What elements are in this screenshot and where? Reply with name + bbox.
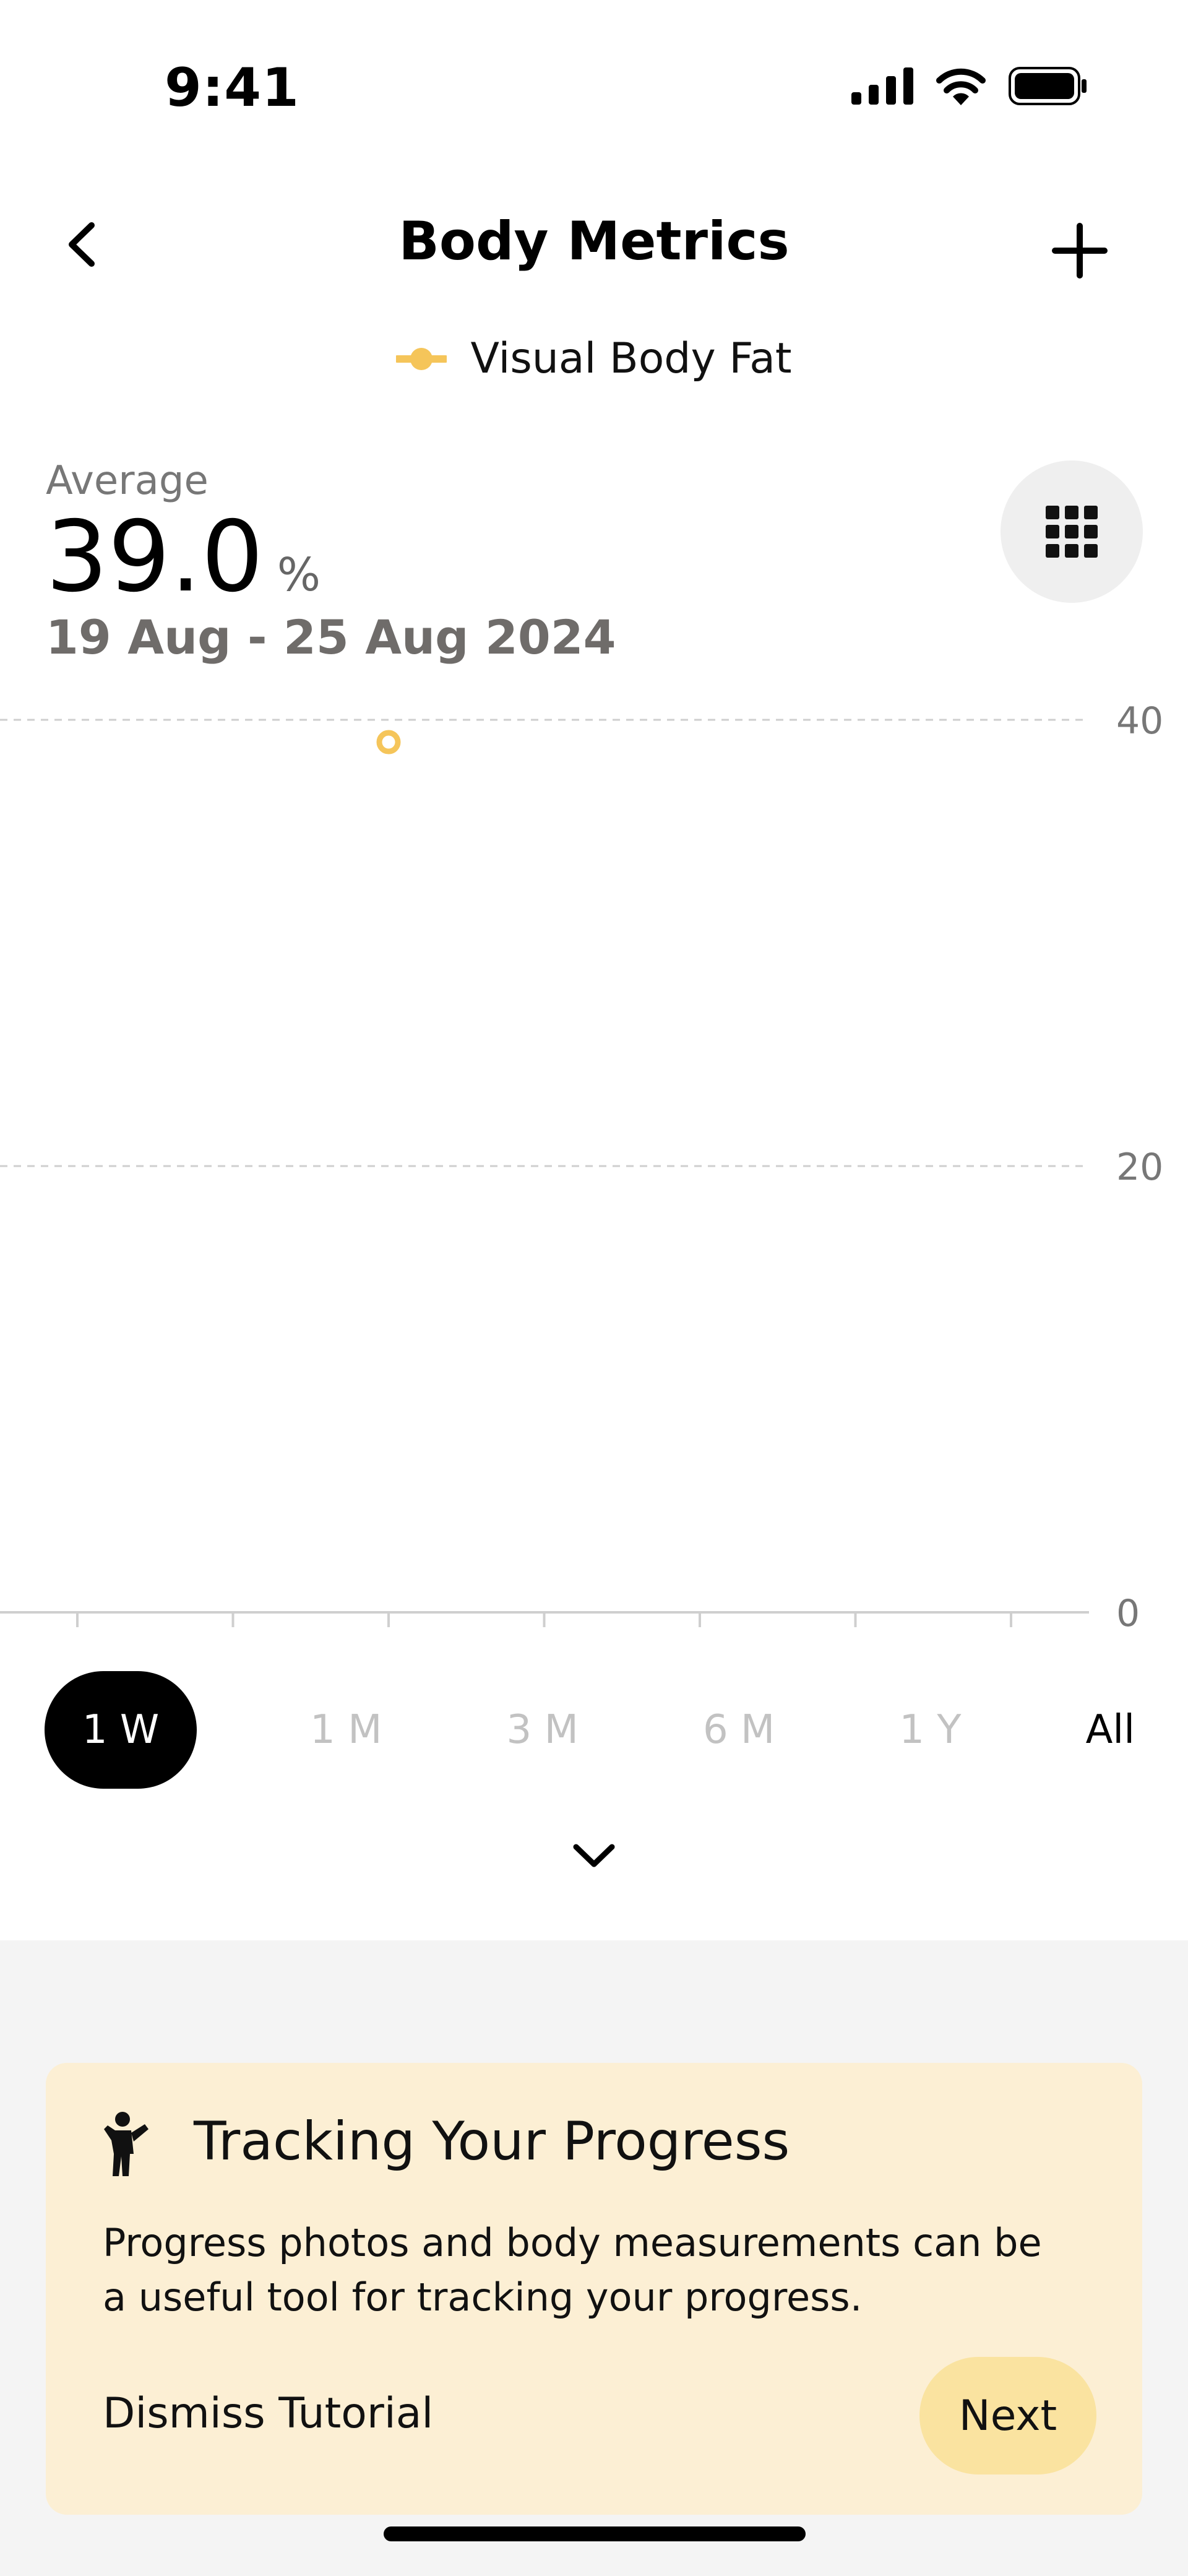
status-icons <box>851 67 1089 105</box>
x-tick-label: Mon <box>38 1641 117 1646</box>
tab-3m[interactable]: 3 M <box>496 1671 590 1789</box>
x-tick-label: Sat <box>825 1641 885 1646</box>
x-tick-label: Thu <box>509 1641 579 1646</box>
battery-icon <box>1009 67 1087 105</box>
average-value: 39.0 <box>46 500 264 614</box>
home-indicator <box>384 2526 806 2541</box>
tutorial-title: Tracking Your Progress <box>194 2111 790 2172</box>
next-button[interactable]: Next <box>919 2357 1096 2474</box>
tab-1m[interactable]: 1 M <box>299 1671 393 1789</box>
back-button[interactable] <box>56 217 111 272</box>
x-tick-label: Fri <box>678 1641 721 1646</box>
add-button[interactable] <box>1046 217 1114 285</box>
period-tabs: 1 W 1 M 3 M 6 M 1 Y All <box>45 1671 1146 1789</box>
body-fat-chart: 0 20 40 Mon Tue Wed Thu Fri Sat Sun <box>0 699 1163 1646</box>
plus-icon <box>1052 223 1108 279</box>
page-title: Body Metrics <box>398 210 790 272</box>
x-tick-label: Tue <box>200 1641 264 1646</box>
tab-1w[interactable]: 1 W <box>45 1671 197 1789</box>
tab-all[interactable]: All <box>1075 1671 1146 1789</box>
signal-icon <box>851 67 913 105</box>
y-tick-label: 0 <box>1116 1592 1140 1635</box>
chart-legend: Visual Body Fat <box>0 334 1188 383</box>
grid-icon <box>1046 506 1098 558</box>
tab-1y[interactable]: 1 Y <box>888 1671 972 1789</box>
y-tick-label: 20 <box>1116 1146 1163 1189</box>
wifi-icon <box>936 68 986 105</box>
dismiss-tutorial-button[interactable]: Dismiss Tutorial <box>103 2389 433 2438</box>
person-icon <box>99 2111 161 2179</box>
chevron-left-icon <box>69 222 95 267</box>
data-point <box>376 730 401 754</box>
tab-6m[interactable]: 6 M <box>692 1671 786 1789</box>
grid-view-button[interactable] <box>1001 460 1143 603</box>
legend-label: Visual Body Fat <box>470 334 792 383</box>
y-tick-label: 40 <box>1116 699 1163 743</box>
tutorial-body: Progress photos and body measurements ca… <box>103 2220 1042 2320</box>
average-label: Average <box>46 458 209 504</box>
average-unit: % <box>277 548 321 602</box>
status-time: 9:41 <box>165 57 299 119</box>
legend-marker-icon <box>396 347 447 370</box>
date-range: 19 Aug - 25 Aug 2024 <box>46 610 616 665</box>
x-tick-label: Sun <box>976 1641 1046 1646</box>
expand-button[interactable] <box>566 1838 622 1875</box>
x-tick-label: Wed <box>348 1641 429 1646</box>
chevron-down-icon <box>573 1844 615 1867</box>
